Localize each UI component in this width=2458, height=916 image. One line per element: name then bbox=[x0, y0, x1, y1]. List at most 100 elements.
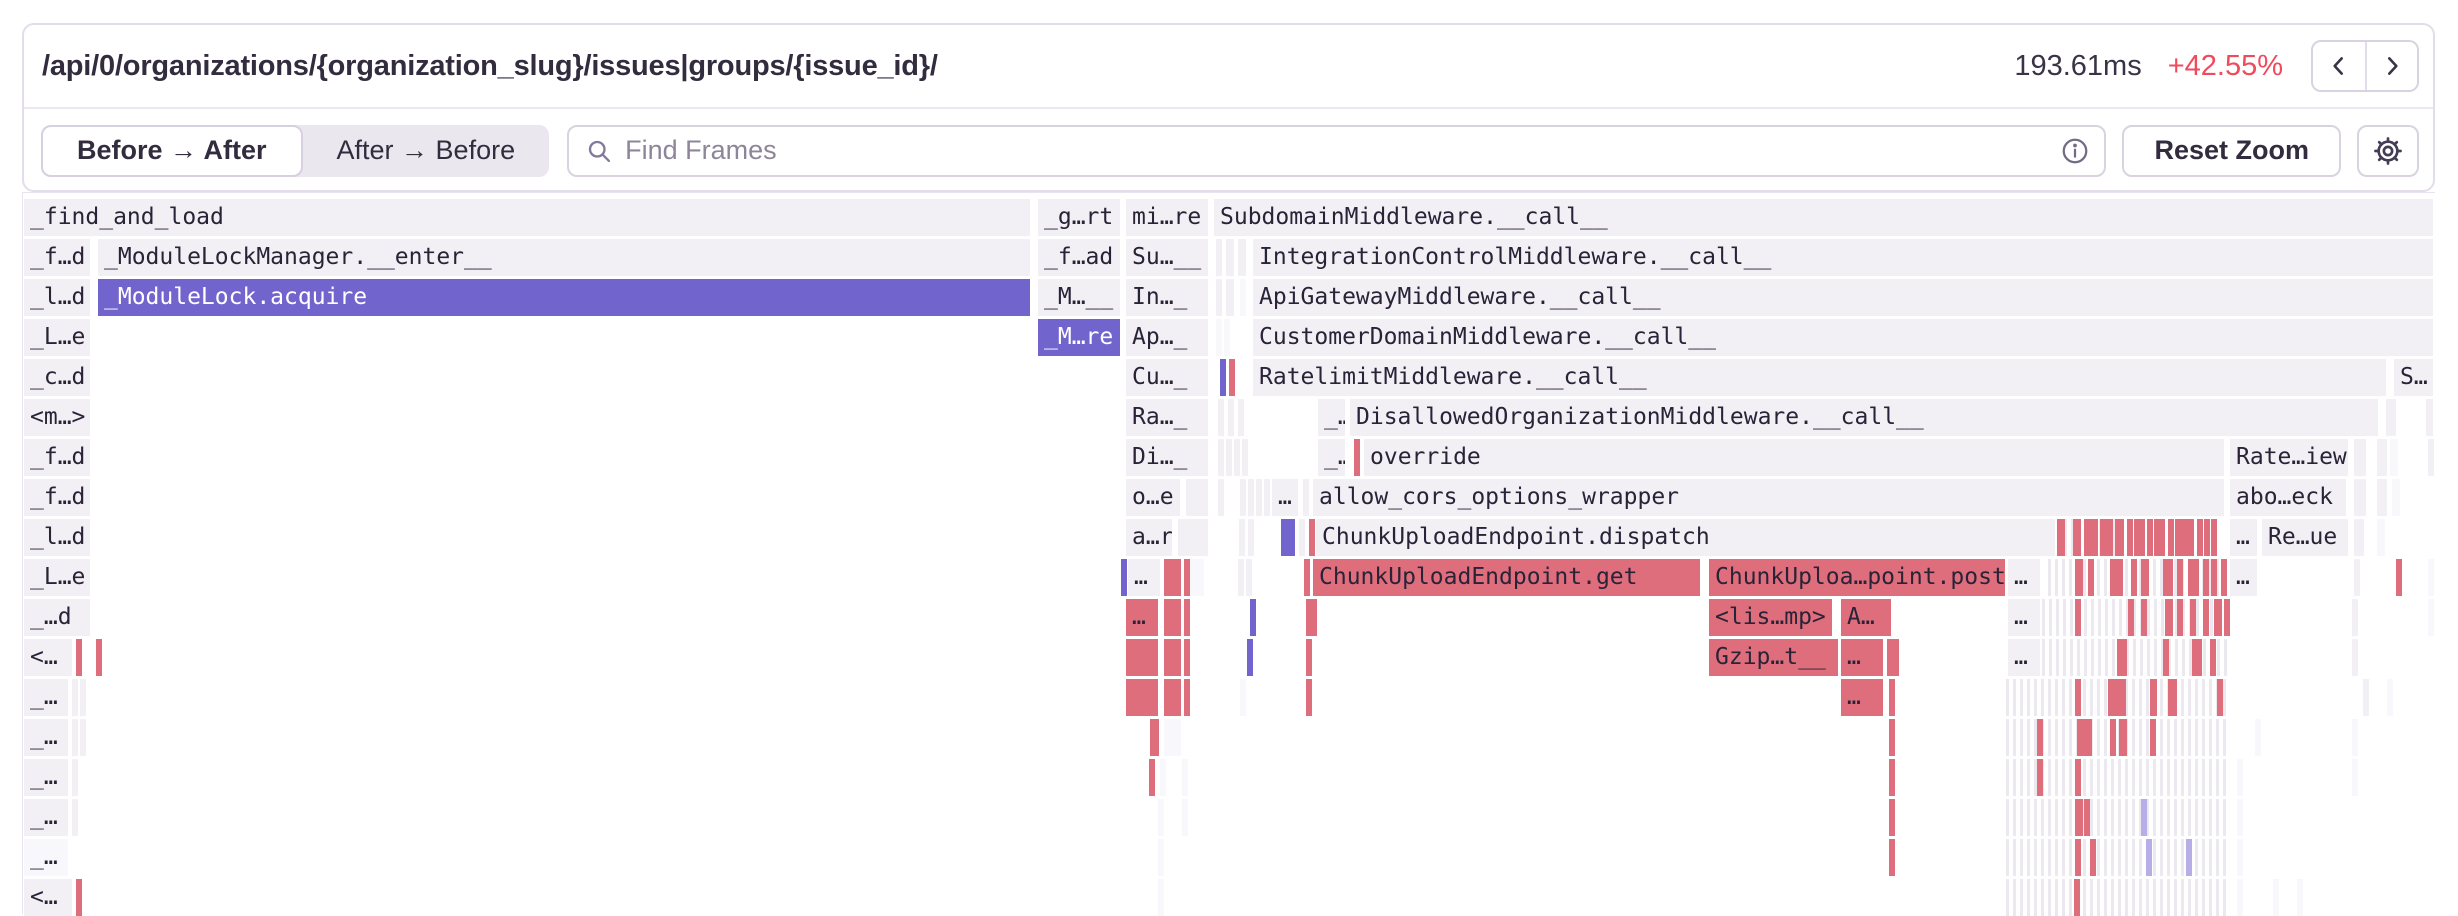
flame-frame[interactable]: … bbox=[1128, 559, 1160, 596]
flame-frame[interactable]: _g…rt bbox=[1038, 199, 1120, 236]
flame-frame[interactable]: _c…d bbox=[24, 359, 90, 396]
flame-frame[interactable] bbox=[2204, 519, 2210, 556]
flame-frame[interactable] bbox=[1184, 639, 1190, 676]
flame-frame[interactable] bbox=[2428, 439, 2434, 476]
flame-frame[interactable] bbox=[1158, 799, 1164, 836]
flame-frame[interactable] bbox=[2387, 679, 2393, 716]
flame-frame[interactable] bbox=[1247, 639, 1253, 676]
flame-frame[interactable] bbox=[2428, 559, 2434, 596]
flame-frame[interactable]: _f…d bbox=[24, 239, 90, 276]
flame-frame[interactable] bbox=[1218, 479, 1224, 516]
flame-frame[interactable] bbox=[2426, 399, 2433, 436]
flame-frame[interactable]: _ModuleLock.acquire bbox=[98, 279, 1030, 316]
flame-frame[interactable] bbox=[2075, 599, 2081, 636]
flame-frame[interactable]: Rate…iew bbox=[2230, 439, 2348, 476]
flame-frame[interactable] bbox=[1218, 399, 1224, 436]
flame-frame[interactable] bbox=[1126, 639, 1158, 676]
flame-frame[interactable] bbox=[1234, 439, 1240, 476]
flame-frame[interactable] bbox=[2154, 519, 2165, 556]
flame-frame[interactable] bbox=[1311, 599, 1317, 636]
flame-frame[interactable]: _ModuleLockManager.__enter__ bbox=[98, 239, 1030, 276]
flame-frame[interactable]: … bbox=[1841, 679, 1883, 716]
flame-frame[interactable]: … bbox=[1126, 599, 1158, 636]
flame-frame[interactable]: _l…d bbox=[24, 279, 90, 316]
flame-frame[interactable] bbox=[2115, 519, 2124, 556]
flame-frame[interactable] bbox=[2214, 599, 2222, 636]
flame-frame[interactable] bbox=[2190, 599, 2196, 636]
flame-frame[interactable] bbox=[1218, 439, 1224, 476]
flame-frame[interactable]: allow_cors_options_wrapper bbox=[1313, 479, 2224, 516]
flame-frame[interactable]: Re…ue bbox=[2262, 519, 2348, 556]
flame-frame[interactable] bbox=[2186, 839, 2192, 876]
flame-frame[interactable]: _… bbox=[1318, 399, 1345, 436]
flame-frame[interactable] bbox=[80, 719, 86, 756]
flame-frame[interactable] bbox=[1158, 839, 1164, 876]
flame-frame[interactable]: DisallowedOrganizationMiddleware.__call_… bbox=[1350, 399, 2378, 436]
flame-frame[interactable] bbox=[2354, 439, 2366, 476]
flame-frame[interactable] bbox=[2386, 399, 2396, 436]
flame-frame[interactable]: <lis…mp> bbox=[1709, 599, 1832, 636]
flame-frame[interactable] bbox=[2377, 439, 2387, 476]
flame-frame[interactable] bbox=[2088, 559, 2094, 596]
flame-frame[interactable] bbox=[96, 639, 102, 676]
flame-frame[interactable] bbox=[2354, 559, 2360, 596]
flame-frame[interactable] bbox=[1306, 679, 1312, 716]
flame-frame[interactable] bbox=[1190, 559, 1204, 596]
flame-frame[interactable] bbox=[2084, 799, 2090, 836]
flame-frame[interactable] bbox=[2237, 799, 2243, 836]
flame-frame[interactable] bbox=[1164, 679, 1181, 716]
flame-frame[interactable] bbox=[2141, 799, 2147, 836]
flame-frame[interactable] bbox=[2128, 599, 2134, 636]
flame-frame[interactable] bbox=[2211, 559, 2217, 596]
flame-frame[interactable]: Ap…_ bbox=[1126, 319, 1208, 356]
flame-frame[interactable]: _f…d bbox=[24, 479, 90, 516]
flame-frame[interactable]: RatelimitMiddleware.__call__ bbox=[1253, 359, 2386, 396]
flame-frame[interactable]: CustomerDomainMiddleware.__call__ bbox=[1253, 319, 2433, 356]
flame-frame[interactable] bbox=[2221, 559, 2227, 596]
flame-frame[interactable] bbox=[1889, 719, 1895, 756]
flame-frame[interactable] bbox=[2352, 639, 2358, 676]
flame-frame[interactable] bbox=[2181, 519, 2194, 556]
flame-frame[interactable] bbox=[1226, 439, 1232, 476]
flame-frame[interactable] bbox=[2110, 719, 2116, 756]
flame-frame[interactable] bbox=[1216, 239, 1222, 276]
flame-frame[interactable]: … bbox=[1272, 479, 1298, 516]
flame-frame[interactable] bbox=[2075, 839, 2081, 876]
flame-frame[interactable]: _…d bbox=[24, 599, 90, 636]
flame-frame[interactable] bbox=[1164, 639, 1181, 676]
flame-frame[interactable]: _… bbox=[1318, 439, 1345, 476]
flame-frame[interactable] bbox=[1893, 639, 1899, 676]
flame-frame[interactable] bbox=[2037, 719, 2043, 756]
flame-frame[interactable]: Su…__ bbox=[1126, 239, 1208, 276]
flame-frame[interactable] bbox=[2127, 519, 2133, 556]
flame-frame[interactable] bbox=[2134, 519, 2145, 556]
flame-frame[interactable] bbox=[2392, 479, 2400, 516]
flame-frame[interactable] bbox=[2354, 519, 2364, 556]
flame-frame[interactable] bbox=[2237, 879, 2243, 916]
flame-frame[interactable]: _… bbox=[24, 679, 68, 716]
flame-frame[interactable] bbox=[1182, 759, 1188, 796]
flame-frame[interactable] bbox=[1164, 559, 1181, 596]
flame-frame[interactable] bbox=[80, 679, 86, 716]
flame-frame[interactable]: ChunkUploa…point.post bbox=[1709, 559, 2005, 596]
flame-frame[interactable] bbox=[2150, 679, 2157, 716]
flame-frame[interactable] bbox=[2037, 759, 2043, 796]
flame-frame[interactable] bbox=[2168, 519, 2174, 556]
flame-frame[interactable]: S… bbox=[2394, 359, 2433, 396]
flame-frame[interactable] bbox=[2377, 519, 2385, 556]
flame-frame[interactable] bbox=[2075, 759, 2081, 796]
flame-frame[interactable] bbox=[1281, 519, 1295, 556]
flame-frame[interactable] bbox=[1304, 559, 1310, 596]
flame-frame[interactable] bbox=[1160, 759, 1166, 796]
flame-frame[interactable]: Gzip…t__ bbox=[1709, 639, 1838, 676]
flame-frame[interactable] bbox=[2077, 719, 2092, 756]
flame-frame[interactable] bbox=[1256, 479, 1262, 516]
flame-frame[interactable]: _… bbox=[24, 759, 68, 796]
flame-frame[interactable] bbox=[1164, 719, 1181, 756]
flame-frame[interactable] bbox=[2108, 679, 2126, 716]
flame-frame[interactable] bbox=[1238, 239, 1246, 276]
flame-frame[interactable] bbox=[2390, 439, 2398, 476]
flame-frame[interactable] bbox=[2428, 599, 2434, 636]
flame-frame[interactable] bbox=[2150, 719, 2156, 756]
flame-frame[interactable] bbox=[2211, 519, 2217, 556]
